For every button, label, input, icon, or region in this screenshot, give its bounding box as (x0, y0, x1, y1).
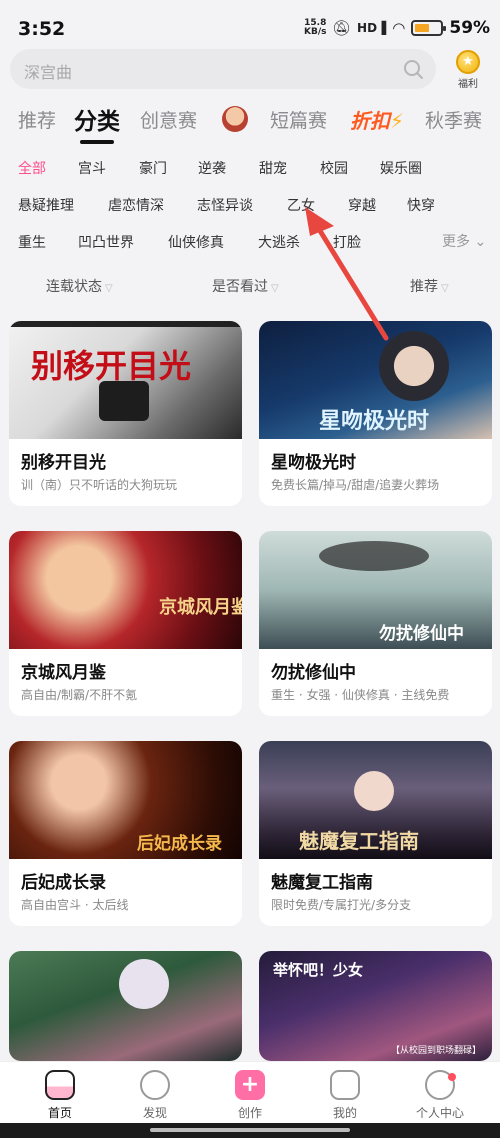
genre-chip[interactable]: 逆袭 (198, 158, 226, 178)
story-title: 别移开目光 (21, 453, 106, 473)
search-icon[interactable] (402, 58, 424, 80)
story-tags: 训（南）只不听话的大狗玩玩 (21, 478, 178, 492)
genre-chip[interactable]: 志怪异谈 (197, 195, 253, 215)
tab-category[interactable]: 分类 (74, 102, 120, 144)
tab-sale[interactable]: 折扣⚡ (350, 105, 404, 134)
genre-chip[interactable]: 乙女 (287, 195, 315, 215)
filter-watched[interactable]: 是否看过 ▽ (212, 276, 279, 296)
cover-caption: 【从校园到职场翻碌】 (391, 1046, 482, 1056)
story-card[interactable]: 勿扰修仙中 勿扰修仙中 重生 · 女强 · 仙侠修真 · 主线免费 (259, 531, 492, 716)
chevron-down-icon: ▽ (441, 283, 449, 294)
cover-title-art: 后妃成长录 (137, 834, 222, 854)
search-bar[interactable]: 深宫曲 (10, 49, 436, 89)
cover-title-art: 勿扰修仙中 (379, 624, 464, 644)
story-tags: 高自由宫斗 · 太后线 (21, 898, 129, 912)
nav-mine[interactable]: 我的 (313, 1070, 377, 1121)
genre-chip[interactable]: 穿越 (348, 195, 376, 215)
folder-icon (330, 1070, 360, 1100)
filter-sort[interactable]: 推荐 ▽ (410, 276, 449, 296)
chevron-down-icon: ▽ (105, 283, 113, 294)
genre-chip[interactable]: 重生 (18, 232, 46, 252)
clock: 3:52 (18, 18, 66, 40)
story-card[interactable]: 后妃成长录 后妃成长录 高自由宫斗 · 太后线 (9, 741, 242, 926)
discover-icon (140, 1070, 170, 1100)
filter-bar: 连载状态 ▽ 是否看过 ▽ 推荐 ▽ (0, 274, 500, 298)
story-card[interactable]: 京城风月鉴 京城风月鉴 高自由/制霸/不肝不氪 (9, 531, 242, 716)
wifi-icon: ◠ (392, 19, 406, 37)
search-placeholder: 深宫曲 (24, 63, 73, 82)
genre-chip[interactable]: 宫斗 (78, 158, 106, 178)
notification-dot (448, 1073, 456, 1081)
story-title: 星吻极光时 (271, 453, 356, 473)
story-card[interactable]: 别移开目光 别移开目光 训（南）只不听话的大狗玩玩 (9, 321, 242, 506)
mascot-icon[interactable] (222, 106, 248, 132)
tab-recommend[interactable]: 推荐 (18, 106, 56, 133)
filter-serial-status[interactable]: 连载状态 ▽ (46, 276, 113, 296)
genre-chip[interactable]: 全部 (18, 158, 46, 178)
genre-chip[interactable]: 甜宠 (259, 158, 287, 178)
home-indicator[interactable] (150, 1128, 350, 1132)
chevron-down-icon: ▽ (271, 283, 279, 294)
create-icon: + (235, 1070, 265, 1100)
nav-discover[interactable]: 发现 (123, 1070, 187, 1121)
genre-chip[interactable]: 凹凸世界 (78, 232, 134, 252)
story-card[interactable]: 举怀吧！少女 【从校园到职场翻碌】 (259, 951, 492, 1061)
genre-chip[interactable]: 悬疑推理 (18, 195, 74, 215)
battery-percent: 59% (449, 18, 491, 38)
cover-title-art: 星吻极光时 (319, 409, 430, 434)
story-title: 京城风月鉴 (21, 663, 106, 683)
lightning-icon: ⚡ (390, 109, 405, 133)
story-tags: 限时免费/专属打光/多分支 (271, 898, 412, 912)
cover-title-art: 举怀吧！少女 (273, 961, 364, 979)
coin-icon: ★ (456, 50, 480, 74)
top-tabs: 推荐 分类 创意赛 短篇赛 折扣⚡ 秋季赛 (0, 102, 500, 144)
cover-title-art: 别移开目光 (31, 347, 192, 385)
genre-chip[interactable]: 打脸 (333, 232, 361, 252)
genre-chip[interactable]: 虐恋情深 (108, 195, 164, 215)
cover-title-art: 魅魔复工指南 (299, 829, 419, 853)
story-tags: 免费长篇/掉马/甜虐/追妻火葬场 (271, 478, 440, 492)
welfare-button[interactable]: ★ 福利 (452, 50, 484, 90)
story-tags: 重生 · 女强 · 仙侠修真 · 主线免费 (271, 688, 450, 702)
genre-chip[interactable]: 仙侠修真 (168, 232, 224, 252)
bell-off-icon: 🔕︎ (332, 19, 352, 37)
nav-profile[interactable]: 个人中心 (408, 1070, 472, 1121)
gesture-bar (0, 1123, 500, 1138)
tab-autumn[interactable]: 秋季赛 (425, 106, 482, 133)
bottom-nav: 首页 发现 + 创作 我的 个人中心 (0, 1061, 500, 1123)
nav-home[interactable]: 首页 (28, 1070, 92, 1121)
story-tags: 高自由/制霸/不肝不氪 (21, 688, 138, 702)
network-speed: 15.8 KB/s (304, 18, 327, 37)
story-title: 勿扰修仙中 (271, 663, 356, 683)
battery-icon (411, 20, 447, 36)
status-bar: 3:52 15.8 KB/s 🔕︎ HD▐ ◠ 59% (0, 0, 500, 48)
cover-title-art: 京城风月鉴 (159, 597, 242, 618)
story-card[interactable]: 星吻极光时 星吻极光时 免费长篇/掉马/甜虐/追妻火葬场 (259, 321, 492, 506)
home-icon (45, 1070, 75, 1100)
chevron-down-icon: ⌄ (470, 234, 487, 250)
more-genres-button[interactable]: 更多 ⌄ (442, 231, 486, 251)
genre-chip[interactable]: 校园 (320, 158, 348, 178)
tab-short[interactable]: 短篇赛 (270, 106, 327, 133)
genre-chip[interactable]: 豪门 (139, 158, 167, 178)
genre-chip[interactable]: 大逃杀 (258, 232, 300, 252)
story-title: 魅魔复工指南 (271, 873, 373, 893)
welfare-label: 福利 (458, 79, 478, 90)
signal-hd-icon: HD▐ (357, 21, 387, 35)
story-card[interactable]: 魅魔复工指南 魅魔复工指南 限时免费/专属打光/多分支 (259, 741, 492, 926)
genre-chip[interactable]: 快穿 (407, 195, 435, 215)
story-card[interactable] (9, 951, 242, 1061)
nav-create[interactable]: + 创作 (218, 1070, 282, 1121)
cover-image (9, 531, 242, 649)
genre-chip[interactable]: 娱乐圈 (380, 158, 422, 178)
story-title: 后妃成长录 (21, 873, 106, 893)
tab-creative[interactable]: 创意赛 (140, 106, 197, 133)
cover-image (9, 951, 242, 1061)
